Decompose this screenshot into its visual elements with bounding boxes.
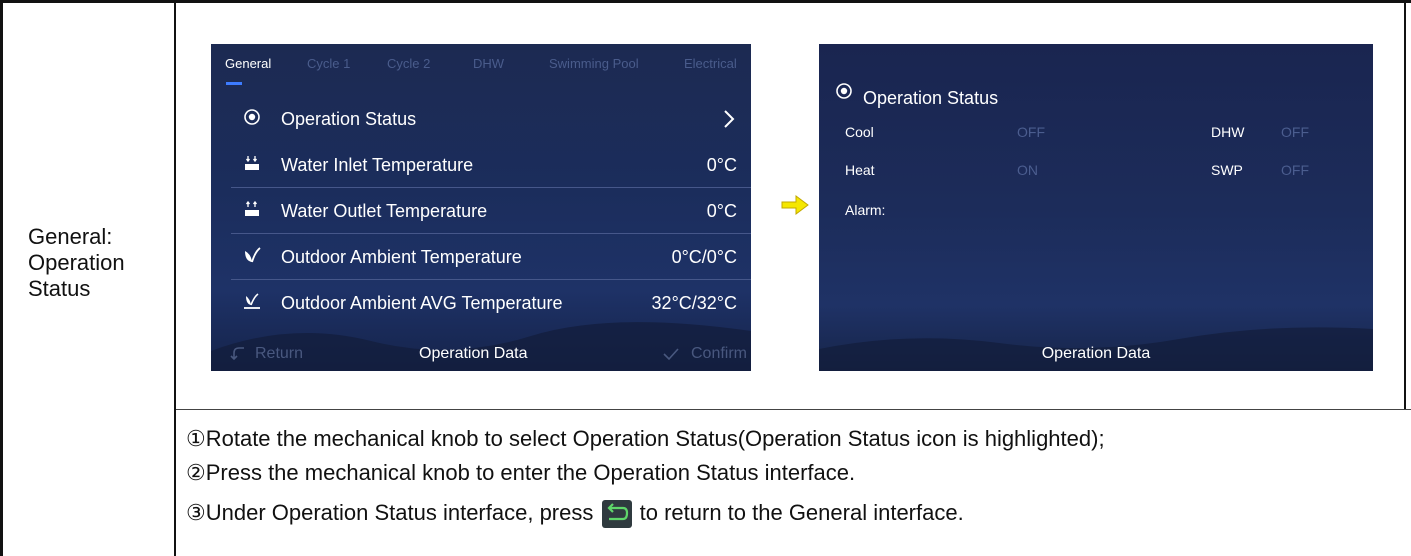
menu-item-label: Water Outlet Temperature: [281, 201, 488, 221]
tab-dhw[interactable]: DHW: [473, 56, 504, 71]
row-divider: [176, 409, 1411, 410]
confirm-button[interactable]: Confirm: [691, 345, 747, 363]
tab-cycle-2[interactable]: Cycle 2: [387, 56, 430, 71]
menu-item-operation-status[interactable]: Operation Status: [211, 96, 751, 142]
radio-target-icon: [244, 109, 260, 125]
tab-cycle-1[interactable]: Cycle 1: [307, 56, 350, 71]
arrow-right-icon: [781, 195, 809, 215]
swp-value: OFF: [1281, 162, 1309, 178]
menu-item-label: Water Inlet Temperature: [281, 155, 474, 175]
dhw-value: OFF: [1281, 124, 1309, 140]
tab-general[interactable]: General: [225, 56, 271, 71]
section-label-line-3: Status: [28, 276, 91, 301]
tab-electrical[interactable]: Electrical: [684, 56, 737, 71]
return-icon[interactable]: [229, 345, 247, 363]
menu-item-outdoor-ambient[interactable]: Outdoor Ambient Temperature 0°C/0°C: [211, 234, 751, 280]
section-label-line-1: General:: [28, 224, 113, 249]
active-tab-indicator: [226, 82, 242, 85]
instruction-step-2: ②Press the mechanical knob to enter the …: [186, 460, 856, 485]
check-icon[interactable]: [663, 347, 679, 361]
menu-item-value: 0°C: [706, 201, 737, 221]
cool-label: Cool: [845, 124, 874, 140]
dhw-label: DHW: [1211, 124, 1245, 140]
radio-target-icon: [836, 83, 852, 99]
column-divider: [174, 0, 176, 556]
water-inlet-icon: [245, 156, 259, 170]
heat-value: ON: [1017, 162, 1038, 178]
menu-item-outdoor-ambient-avg[interactable]: Outdoor Ambient AVG Temperature 32°C/32°…: [211, 280, 751, 326]
screen-title: Operation Data: [1041, 345, 1151, 362]
return-button[interactable]: Return: [255, 345, 303, 363]
instruction-step-3: ③Under Operation Status interface, press…: [186, 500, 964, 529]
screen-bottom-bar: Return Operation Data Confirm: [211, 337, 751, 371]
leaf-avg-icon: [244, 293, 260, 309]
menu-item-value: 0°C: [706, 155, 737, 175]
menu-item-value: 0°C/0°C: [671, 247, 737, 267]
screen-title: Operation Data: [419, 345, 528, 362]
right-border: [1404, 0, 1406, 409]
operation-status-screen: Operation Status Cool OFF DHW OFF Heat O…: [819, 44, 1373, 371]
instruction-step-1: ①Rotate the mechanical knob to select Op…: [186, 426, 1105, 451]
menu-item-water-outlet[interactable]: Water Outlet Temperature 0°C: [211, 188, 751, 234]
heat-label: Heat: [845, 162, 875, 178]
status-title: Operation Status: [863, 88, 999, 108]
chevron-right-icon: [724, 110, 735, 128]
general-screen: General Cycle 1 Cycle 2 DHW Swimming Poo…: [211, 44, 751, 371]
section-label: General: Operation Status: [28, 224, 168, 302]
return-button-icon: [601, 500, 632, 529]
alarm-label: Alarm:: [845, 202, 886, 218]
tab-swimming-pool[interactable]: Swimming Pool: [549, 56, 639, 71]
menu-item-label: Outdoor Ambient AVG Temperature: [281, 293, 563, 313]
instruction-step-3-post: to return to the General interface.: [639, 500, 964, 525]
water-outlet-icon: [245, 200, 259, 216]
menu-item-label: Outdoor Ambient Temperature: [281, 247, 522, 267]
menu-item-label: Operation Status: [281, 109, 417, 129]
cool-value: OFF: [1017, 124, 1045, 140]
menu-item-water-inlet[interactable]: Water Inlet Temperature 0°C: [211, 142, 751, 188]
menu-item-value: 32°C/32°C: [651, 293, 737, 313]
tab-bar: General Cycle 1 Cycle 2 DHW Swimming Poo…: [211, 56, 751, 80]
instruction-step-3-pre: ③Under Operation Status interface, press: [186, 500, 594, 525]
swp-label: SWP: [1211, 162, 1243, 178]
section-label-line-2: Operation: [28, 250, 125, 275]
leaf-icon: [245, 247, 261, 263]
